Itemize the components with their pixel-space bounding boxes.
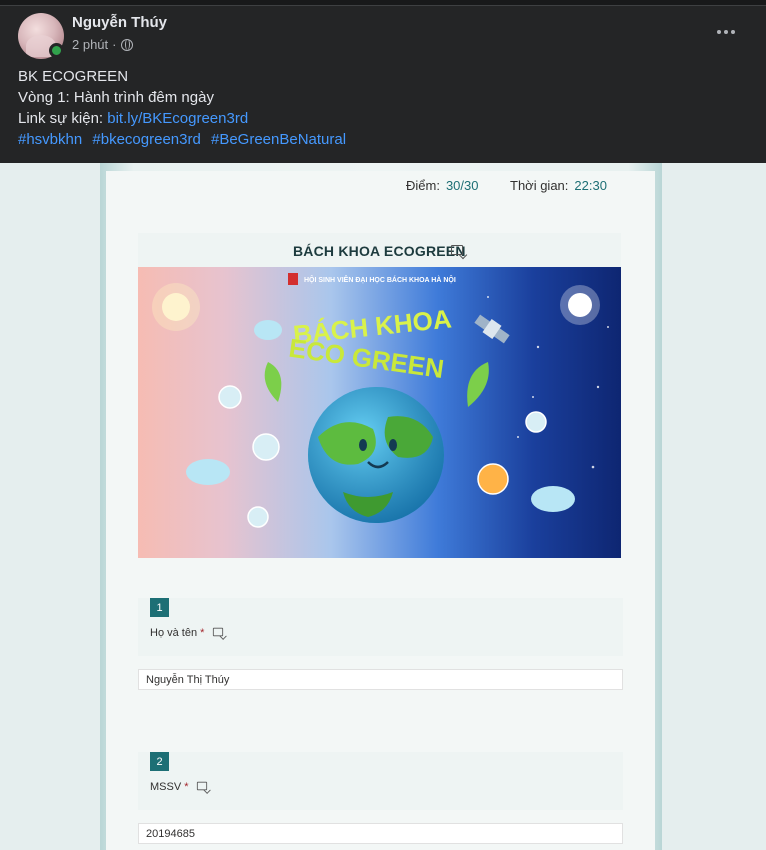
event-link-line: Link sự kiện: bit.ly/BKEcogreen3rd <box>18 108 352 129</box>
answer-field[interactable]: 20194685 <box>138 823 623 844</box>
immersive-reader-icon[interactable] <box>451 245 463 255</box>
dot-icon <box>724 30 728 34</box>
immersive-reader-icon[interactable] <box>197 781 208 791</box>
dot-icon <box>717 30 721 34</box>
score-label: Điểm: <box>406 178 440 193</box>
post-header: Nguyễn Thúy 2 phút · <box>0 6 766 64</box>
hashtag-link[interactable]: #hsvbkhn <box>18 131 82 148</box>
score: Điểm: 30/30 <box>406 178 479 193</box>
score-value: 30/30 <box>445 178 479 193</box>
banner-illustration: HỘI SINH VIÊN ĐẠI HỌC BÁCH KHOA HÀ NỘI B… <box>152 273 609 528</box>
time-label: Thời gian: <box>510 178 569 193</box>
post-line: Vòng 1: Hành trình đêm ngày <box>18 89 214 106</box>
link-prefix: Link sự kiện: <box>18 110 108 127</box>
banner-org: HỘI SINH VIÊN ĐẠI HỌC BÁCH KHOA HÀ NỘI <box>304 275 456 284</box>
globe-icon[interactable] <box>120 38 133 51</box>
hashtag-link[interactable]: #bkecogreen3rd <box>92 131 200 148</box>
event-link[interactable]: bit.ly/BKEcogreen3rd <box>107 110 248 127</box>
form-title: BÁCH KHOA ECOGREEN <box>293 243 466 259</box>
question-label: MSSV * <box>150 781 208 793</box>
required-marker: * <box>184 781 189 793</box>
online-status-icon <box>49 43 64 58</box>
author-name[interactable]: Nguyễn Thúy <box>72 14 167 31</box>
question-text: MSSV <box>150 781 182 793</box>
required-marker: * <box>200 627 205 639</box>
post-image[interactable]: Điểm: 30/30 Thời gian: 22:30 BÁCH KHOA E… <box>0 163 766 850</box>
question-card <box>138 752 623 810</box>
question-text: Họ và tên <box>150 627 198 639</box>
answer-field[interactable]: Nguyễn Thị Thúy <box>138 669 623 690</box>
question-label: Họ và tên * <box>150 627 224 639</box>
question-number: 2 <box>150 752 169 771</box>
meta-separator: · <box>112 37 117 52</box>
post-meta: 2 phút · <box>72 37 133 52</box>
hashtags: #hsvbkhn #bkecogreen3rd #BeGreenBeNatura… <box>18 129 352 150</box>
time-value: 22:30 <box>574 178 607 193</box>
hashtag-link[interactable]: #BeGreenBeNatural <box>211 131 346 148</box>
event-banner: HỘI SINH VIÊN ĐẠI HỌC BÁCH KHOA HÀ NỘI B… <box>138 267 621 558</box>
time: Thời gian: 22:30 <box>510 178 607 193</box>
post-time[interactable]: 2 phút <box>72 37 108 52</box>
post-text: BK ECOGREEN Vòng 1: Hành trình đêm ngày … <box>18 66 352 150</box>
post-line: BK ECOGREEN <box>18 68 129 85</box>
question-number: 1 <box>150 598 169 617</box>
more-options-button[interactable] <box>708 20 744 44</box>
immersive-reader-icon[interactable] <box>213 627 224 637</box>
dot-icon <box>731 30 735 34</box>
